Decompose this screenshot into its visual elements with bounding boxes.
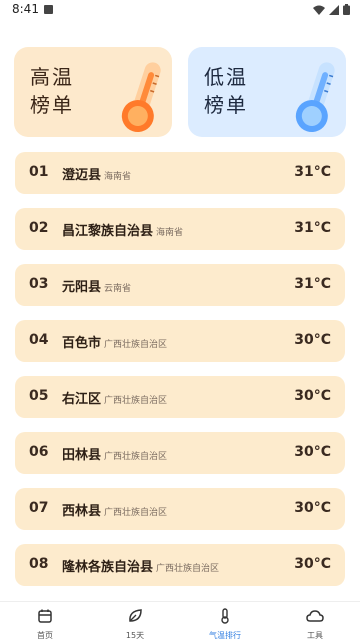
leaf-icon bbox=[129, 609, 142, 622]
temperature-value: 31°C bbox=[294, 276, 331, 292]
temperature-value: 30°C bbox=[294, 444, 331, 460]
rank-number: 03 bbox=[29, 276, 49, 292]
city-name: 澄迈县 海南省 bbox=[62, 164, 131, 183]
low-temp-title-line1: 低温 bbox=[204, 65, 248, 89]
list-item[interactable]: 01 澄迈县 海南省 31°C bbox=[15, 152, 345, 194]
battery-icon bbox=[343, 4, 350, 15]
tab-temperature-ranking[interactable]: 气温排行 bbox=[195, 608, 255, 641]
list-item[interactable]: 02 昌江黎族自治县 海南省 31°C bbox=[15, 208, 345, 250]
tab-15-days[interactable]: 15天 bbox=[105, 608, 165, 641]
ranking-cards: 高温 榜单 低温 榜单 bbox=[14, 47, 346, 139]
city-name-text: 昌江黎族自治县 bbox=[62, 224, 154, 239]
city-name: 百色市 广西壮族自治区 bbox=[62, 332, 167, 351]
province-label: 广西壮族自治区 bbox=[104, 452, 168, 462]
temperature-value: 30°C bbox=[294, 332, 331, 348]
city-name: 元阳县 云南省 bbox=[62, 276, 131, 295]
status-bar: 8:41 bbox=[0, 0, 360, 22]
high-temp-ranking-card[interactable]: 高温 榜单 bbox=[14, 47, 172, 137]
calendar-icon bbox=[38, 609, 52, 623]
low-temp-ranking-card[interactable]: 低温 榜单 bbox=[188, 47, 346, 137]
temperature-value: 31°C bbox=[294, 220, 331, 236]
cloud-icon bbox=[306, 610, 324, 622]
province-label: 广西壮族自治区 bbox=[156, 564, 220, 574]
thermometer-icon bbox=[221, 608, 229, 624]
province-label: 海南省 bbox=[104, 172, 132, 182]
city-name: 右江区 广西壮族自治区 bbox=[62, 388, 167, 407]
high-temp-title: 高温 榜单 bbox=[30, 63, 74, 119]
rank-number: 02 bbox=[29, 220, 49, 236]
list-item[interactable]: 07 西林县 广西壮族自治区 30°C bbox=[15, 488, 345, 530]
temperature-value: 30°C bbox=[294, 500, 331, 516]
province-label: 广西壮族自治区 bbox=[104, 508, 168, 518]
high-temp-title-line2: 榜单 bbox=[30, 93, 74, 117]
city-name-text: 西林县 bbox=[62, 504, 102, 519]
rank-number: 01 bbox=[29, 164, 49, 180]
hot-thermometer-icon bbox=[121, 62, 161, 133]
list-item[interactable]: 04 百色市 广西壮族自治区 30°C bbox=[15, 320, 345, 362]
city-name: 西林县 广西壮族自治区 bbox=[62, 500, 167, 519]
rank-number: 07 bbox=[29, 500, 49, 516]
rank-number: 06 bbox=[29, 444, 49, 460]
low-temp-title-line2: 榜单 bbox=[204, 93, 248, 117]
city-name-text: 澄迈县 bbox=[62, 168, 102, 183]
wifi-icon bbox=[313, 5, 325, 15]
tab-label: 首页 bbox=[37, 631, 53, 640]
list-item[interactable]: 03 元阳县 云南省 31°C bbox=[15, 264, 345, 306]
tab-tools[interactable]: 工具 bbox=[285, 608, 345, 641]
temperature-value: 31°C bbox=[294, 164, 331, 180]
city-name: 田林县 广西壮族自治区 bbox=[62, 444, 167, 463]
tab-label: 气温排行 bbox=[209, 631, 241, 640]
rank-number: 04 bbox=[29, 332, 49, 348]
city-name-text: 元阳县 bbox=[62, 280, 102, 295]
rank-number: 08 bbox=[29, 556, 49, 572]
province-label: 广西壮族自治区 bbox=[104, 396, 168, 406]
city-name: 昌江黎族自治县 海南省 bbox=[62, 220, 183, 239]
status-time: 8:41 bbox=[12, 2, 39, 16]
bottom-tab-bar: 首页 15天 气温排行 工具 bbox=[0, 601, 360, 641]
tab-home[interactable]: 首页 bbox=[15, 608, 75, 641]
city-name-text: 右江区 bbox=[62, 392, 102, 407]
province-label: 海南省 bbox=[156, 228, 184, 238]
city-name: 隆林各族自治县 广西壮族自治区 bbox=[62, 556, 219, 575]
rank-number: 05 bbox=[29, 388, 49, 404]
list-item[interactable]: 05 右江区 广西壮族自治区 30°C bbox=[15, 376, 345, 418]
list-item[interactable]: 06 田林县 广西壮族自治区 30°C bbox=[15, 432, 345, 474]
gallery-notification-icon bbox=[44, 5, 53, 14]
signal-icon bbox=[329, 4, 339, 15]
city-name-text: 隆林各族自治县 bbox=[62, 560, 154, 575]
cold-thermometer-icon bbox=[295, 62, 335, 133]
city-name-text: 田林县 bbox=[62, 448, 102, 463]
province-label: 广西壮族自治区 bbox=[104, 340, 168, 350]
temperature-value: 30°C bbox=[294, 556, 331, 572]
status-right bbox=[313, 4, 350, 15]
temperature-value: 30°C bbox=[294, 388, 331, 404]
province-label: 云南省 bbox=[104, 284, 132, 294]
tab-label: 工具 bbox=[307, 631, 323, 640]
list-item[interactable]: 08 隆林各族自治县 广西壮族自治区 30°C bbox=[15, 544, 345, 586]
low-temp-title: 低温 榜单 bbox=[204, 63, 248, 119]
high-temp-title-line1: 高温 bbox=[30, 65, 74, 89]
city-name-text: 百色市 bbox=[62, 336, 102, 351]
tab-label: 15天 bbox=[125, 631, 145, 640]
